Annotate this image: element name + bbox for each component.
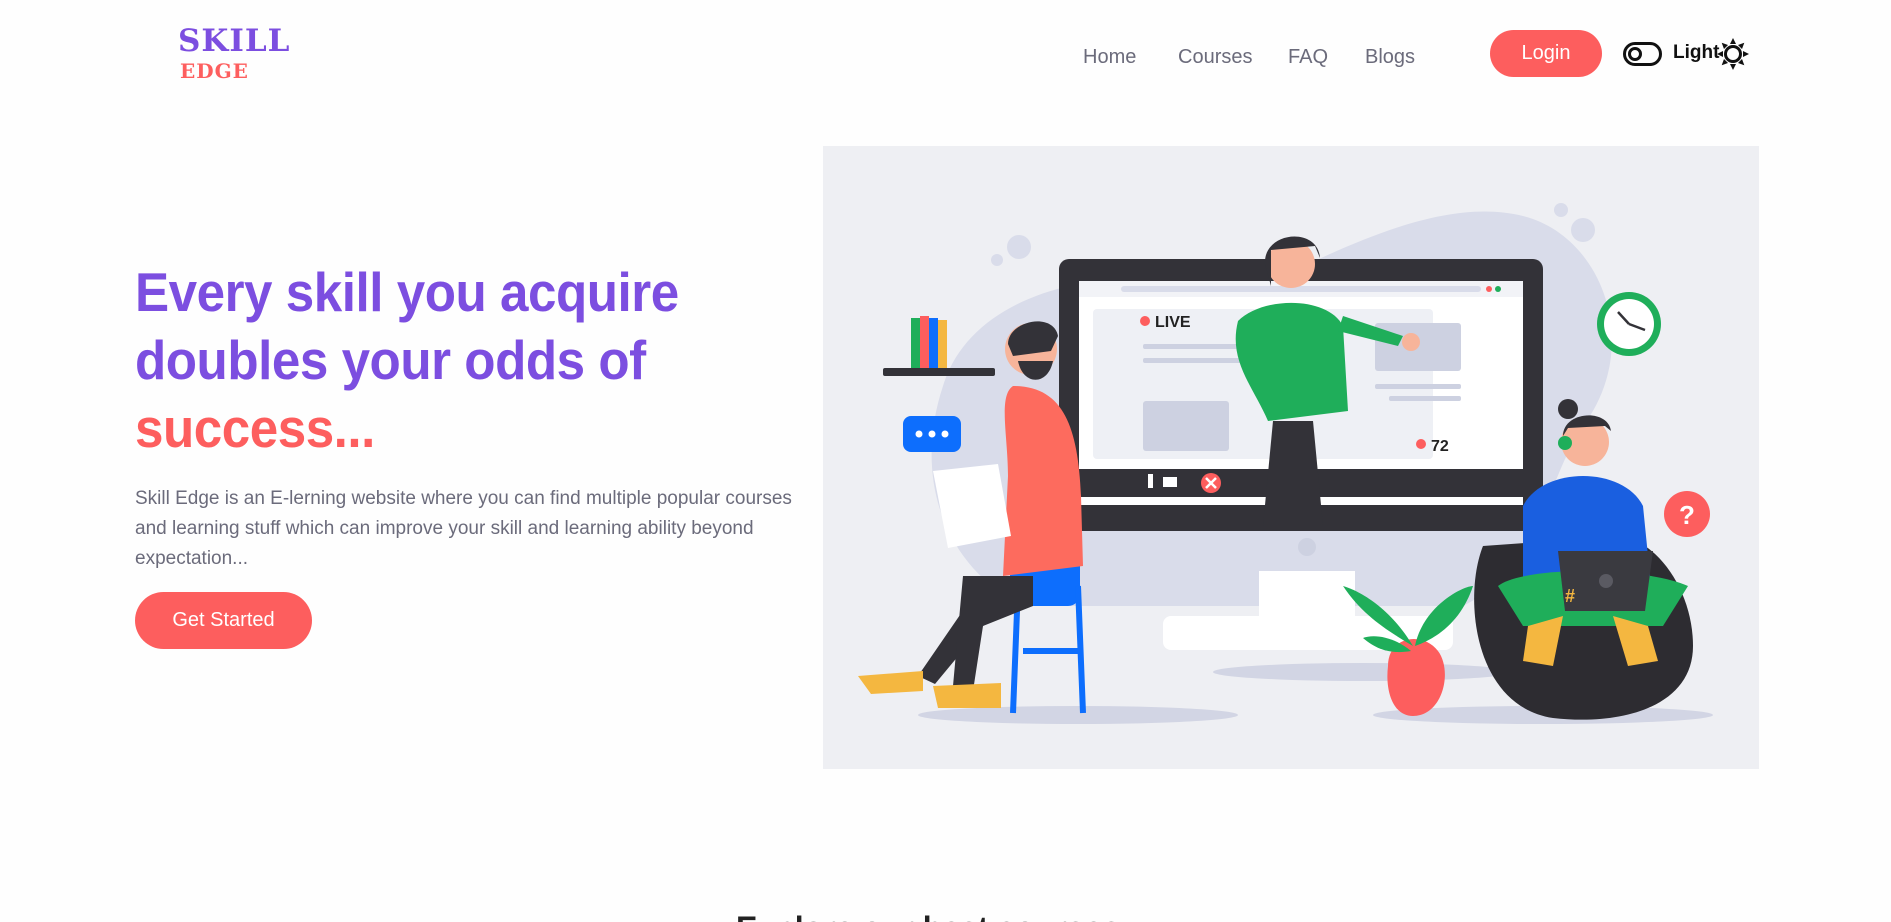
headset-icon <box>1558 436 1572 450</box>
svg-text:?: ? <box>1679 500 1695 530</box>
hero-title: Every skill you acquire doubles your odd… <box>135 258 786 462</box>
bubble-decor <box>991 254 1003 266</box>
section-heading: Explore our best courses <box>736 910 1120 922</box>
camera-icon <box>1163 477 1177 487</box>
book <box>938 320 947 368</box>
text-line <box>1389 396 1461 401</box>
girl-hair-bun <box>1558 399 1578 419</box>
hero-title-line-1: Every skill you acquire <box>135 261 679 323</box>
bubble-decor <box>1554 203 1568 217</box>
laptop <box>933 464 1011 548</box>
window-dot <box>1495 286 1501 292</box>
content-card <box>1143 401 1229 451</box>
floor-shadow <box>1213 663 1513 681</box>
man-shoe <box>933 683 1001 708</box>
live-dot <box>1140 316 1150 326</box>
text-line <box>1375 384 1461 389</box>
text-line <box>1143 358 1243 363</box>
monitor-button <box>1298 538 1316 556</box>
viewer-count: 72 <box>1431 438 1449 455</box>
nav-link-home[interactable]: Home <box>1083 44 1136 70</box>
get-started-button[interactable]: Get Started <box>135 592 312 649</box>
url-bar <box>1121 286 1481 292</box>
woman-pants <box>1263 421 1323 526</box>
logo-text-bottom: EDGE <box>180 59 249 83</box>
landing-page: SKILL EDGE Home Courses FAQ Blogs Login … <box>0 0 1891 922</box>
viewer-icon <box>1416 439 1426 449</box>
toggle-icon[interactable] <box>1623 42 1662 66</box>
book <box>911 318 920 368</box>
bubble-decor <box>1007 235 1031 259</box>
nav-link-courses[interactable]: Courses <box>1178 44 1252 70</box>
man-leg <box>953 576 1033 691</box>
elearning-illustration: LIVE 72 ? # <box>858 203 1713 724</box>
login-button[interactable]: Login <box>1490 30 1602 77</box>
svg-text:#: # <box>1565 586 1575 606</box>
man-shoe <box>858 671 923 694</box>
logo-text-top: SKILL <box>178 23 291 59</box>
window-dot <box>1486 286 1492 292</box>
hero-description: Skill Edge is an E-lerning website where… <box>135 488 792 569</box>
logo[interactable]: SKILL EDGE <box>178 24 298 84</box>
nav-link-faq[interactable]: FAQ <box>1288 44 1328 70</box>
book <box>929 318 938 368</box>
book <box>920 316 929 368</box>
floor-shadow <box>918 706 1238 724</box>
shelf <box>883 368 995 376</box>
sun-icon[interactable] <box>1717 38 1749 70</box>
woman-hand <box>1402 333 1420 351</box>
toggle-knob <box>1628 47 1642 61</box>
live-label: LIVE <box>1155 314 1191 331</box>
monitor-stand <box>1259 571 1355 621</box>
mic-icon <box>1148 474 1153 488</box>
hero-title-line-2: doubles your odds of <box>135 329 646 391</box>
nav-link-blogs[interactable]: Blogs <box>1365 44 1415 70</box>
theme-label: Light <box>1673 42 1720 63</box>
hero-illustration: LIVE 72 ? # <box>823 146 1759 769</box>
hero-title-line-3: success... <box>135 397 375 459</box>
bubble-decor <box>1571 218 1595 242</box>
